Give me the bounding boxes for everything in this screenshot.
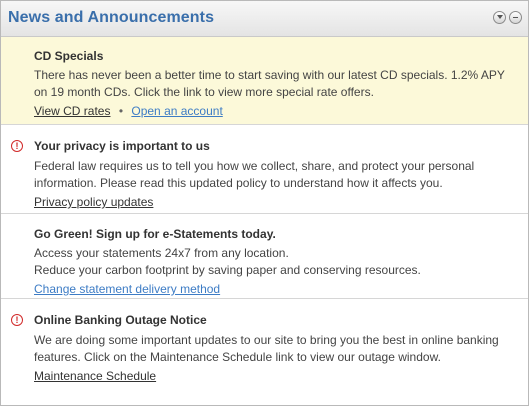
- announcement-cd-specials: CD Specials There has never been a bette…: [1, 37, 528, 125]
- announcement-privacy: ! Your privacy is important to us Federa…: [1, 125, 528, 214]
- announcement-title: Your privacy is important to us: [34, 139, 210, 153]
- announcement-title: Online Banking Outage Notice: [34, 313, 207, 327]
- announcement-links: View CD rates • Open an account: [34, 104, 520, 118]
- collapse-icon[interactable]: [493, 11, 506, 24]
- alert-icon: !: [11, 314, 23, 326]
- link-separator: •: [118, 104, 124, 118]
- announcement-go-green: Go Green! Sign up for e-Statements today…: [1, 214, 528, 299]
- body-line: Reduce your carbon footprint by saving p…: [34, 263, 421, 277]
- panel-header: News and Announcements: [1, 1, 528, 37]
- announcement-title: CD Specials: [34, 49, 104, 63]
- view-cd-rates-link[interactable]: View CD rates: [34, 104, 110, 118]
- change-delivery-link[interactable]: Change statement delivery method: [34, 282, 220, 296]
- announcement-links: Maintenance Schedule: [34, 369, 520, 383]
- announcement-outage: ! Online Banking Outage Notice We are do…: [1, 299, 528, 399]
- announcement-body: We are doing some important updates to o…: [34, 333, 499, 364]
- announcement-links: Change statement delivery method: [34, 282, 520, 296]
- body-line: Access your statements 24x7 from any loc…: [34, 246, 289, 260]
- panel-title: News and Announcements: [8, 9, 215, 26]
- maintenance-schedule-link[interactable]: Maintenance Schedule: [34, 369, 156, 383]
- announcement-links: Privacy policy updates: [34, 195, 520, 209]
- privacy-policy-link[interactable]: Privacy policy updates: [34, 195, 153, 209]
- alert-icon: !: [11, 140, 23, 152]
- announcement-title: Go Green! Sign up for e-Statements today…: [34, 227, 276, 241]
- announcement-body: There has never been a better time to st…: [34, 68, 505, 99]
- announcement-body: Federal law requires us to tell you how …: [34, 159, 475, 190]
- panel-controls: [493, 11, 522, 24]
- announcement-body: Access your statements 24x7 from any loc…: [34, 245, 520, 279]
- open-account-link[interactable]: Open an account: [131, 104, 222, 118]
- close-icon[interactable]: [509, 11, 522, 24]
- news-panel: News and Announcements CD Specials There…: [0, 0, 529, 406]
